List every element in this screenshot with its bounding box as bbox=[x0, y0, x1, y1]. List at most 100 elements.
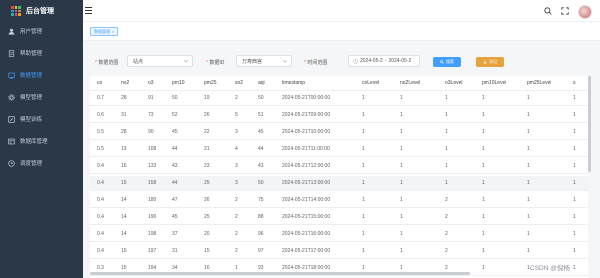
table-cell: 0.6 bbox=[97, 112, 104, 118]
table-cell: 52 bbox=[172, 112, 178, 118]
horizontal-scrollbar[interactable] bbox=[90, 272, 470, 275]
table-cell: 1 bbox=[527, 231, 530, 237]
table-cell: 2 bbox=[445, 248, 448, 254]
table-row[interactable]: 0.7 28 91 50 19 2 50 2024-05-21T00:00:00 1 1 1 1 1 1 bbox=[90, 91, 588, 106]
time-range-picker[interactable]: 2024-05-2 - 2024-05-2 bbox=[348, 55, 420, 67]
table-row[interactable]: 0.4 14 190 45 25 2 88 2024-05-21T15:00:00 1 1 2 1 1 1 bbox=[90, 210, 588, 225]
table-cell: 1 bbox=[527, 112, 530, 118]
table-cell: 0.4 bbox=[97, 180, 104, 186]
sidebar-item-3[interactable]: 模型管理 bbox=[0, 86, 83, 108]
table-cell: 0.4 bbox=[97, 231, 104, 237]
table-cell: 1 bbox=[527, 248, 530, 254]
menu-toggle-icon[interactable] bbox=[85, 7, 92, 14]
table-cell: 1 bbox=[362, 231, 365, 237]
range-select[interactable]: 站点 bbox=[127, 55, 193, 67]
table-cell: 180 bbox=[148, 197, 157, 203]
search-button[interactable]: 搜索 bbox=[433, 57, 461, 67]
sidebar-item-label: 帮助管理 bbox=[20, 51, 43, 57]
table-cell: 2024-05-21T17:00:00 bbox=[282, 248, 331, 254]
table-cell: 51 bbox=[258, 112, 264, 118]
table-row[interactable]: 0.4 15 197 31 15 2 97 2024-05-21T17:00:00 1 1 2 1 1 1 bbox=[90, 244, 588, 259]
table-row[interactable]: 0.4 14 198 37 20 2 96 2024-05-21T16:00:00 1 1 2 1 1 1 bbox=[90, 227, 588, 242]
column-header[interactable]: coLevel bbox=[362, 76, 379, 91]
column-header[interactable]: so2 bbox=[235, 76, 243, 91]
sidebar-item-6[interactable]: 调度管理 bbox=[0, 152, 83, 174]
table-cell: 44 bbox=[172, 146, 178, 152]
column-header[interactable]: pm10 bbox=[172, 76, 185, 91]
table-cell: 2 bbox=[235, 248, 238, 254]
table-cell: 1 bbox=[573, 214, 576, 220]
table-cell: 1 bbox=[482, 95, 485, 101]
table-cell: 1 bbox=[482, 197, 485, 203]
tag-data-management[interactable]: 数据管理 × bbox=[90, 27, 119, 36]
table-cell: 25 bbox=[204, 214, 210, 220]
table-row[interactable]: 0.6 31 73 52 26 5 51 2024-05-21T09:00:00 1 1 1 1 1 1 bbox=[90, 108, 588, 123]
table-cell: 0.4 bbox=[97, 248, 104, 254]
table-cell: 14 bbox=[121, 214, 127, 220]
table-cell: 15 bbox=[121, 248, 127, 254]
tag-label: 数据管理 bbox=[94, 28, 110, 34]
gear-icon bbox=[8, 93, 15, 101]
table-cell: 15 bbox=[121, 180, 127, 186]
table-row[interactable]: 0.4 14 180 47 26 2 75 2024-05-21T14:00:00 1 1 2 1 1 1 bbox=[90, 193, 588, 208]
sidebar-item-1[interactable]: 帮助管理 bbox=[0, 42, 83, 64]
table-cell: 0.4 bbox=[97, 163, 104, 169]
column-header[interactable]: s bbox=[573, 76, 576, 91]
column-header[interactable]: timestamp bbox=[282, 76, 305, 91]
sidebar-item-4[interactable]: 模型训练 bbox=[0, 108, 83, 130]
top-header bbox=[83, 0, 600, 22]
table-cell: 1 bbox=[573, 146, 576, 152]
table-row[interactable]: 0.5 19 108 44 21 4 44 2024-05-21T11:00:00 1 1 1 1 1 1 bbox=[90, 142, 588, 157]
data-id-select[interactable]: 万寿西宫 bbox=[236, 55, 292, 67]
table-cell: 90 bbox=[148, 129, 154, 135]
table-cell: 1 bbox=[573, 248, 576, 254]
table-row[interactable]: 0.5 28 90 45 22 3 45 2024-05-21T10:00:00 1 1 1 1 1 1 bbox=[90, 125, 588, 140]
chevron-down-icon bbox=[283, 60, 287, 63]
table-cell: 19 bbox=[204, 95, 210, 101]
column-header[interactable]: o3Level bbox=[445, 76, 463, 91]
table-cell: 2024-05-21T14:00:00 bbox=[282, 197, 331, 203]
avatar[interactable] bbox=[578, 5, 592, 19]
time-range-label: * 时间范围 bbox=[304, 60, 328, 66]
watermark: CSDN @倪杨 bbox=[530, 265, 570, 272]
table-cell: 45 bbox=[172, 129, 178, 135]
table-header: co no2 o3 pm10 pm25 so2 aqi timestamp coLevel no2… bbox=[90, 76, 588, 91]
table-cell: 1 bbox=[482, 265, 485, 271]
table-cell: 2024-05-21T11:00:00 bbox=[282, 146, 330, 152]
table-cell: 1 bbox=[400, 214, 403, 220]
column-header[interactable]: pm25 bbox=[204, 76, 217, 91]
table-row[interactable]: 0.4 16 133 43 23 3 43 2024-05-21T12:00:00 1 1 1 1 1 1 bbox=[90, 159, 588, 174]
table-cell: 4 bbox=[235, 146, 238, 152]
table-cell: 15 bbox=[204, 248, 210, 254]
sidebar-item-label: 模型管理 bbox=[20, 95, 43, 101]
column-header[interactable]: pm10Level bbox=[482, 76, 506, 91]
column-header[interactable]: o3 bbox=[148, 76, 154, 91]
vertical-scrollbar[interactable] bbox=[588, 76, 591, 172]
table-cell: 1 bbox=[527, 163, 530, 169]
export-button[interactable]: 导出 bbox=[476, 57, 504, 67]
close-icon[interactable]: × bbox=[112, 29, 114, 34]
table-cell: 1 bbox=[482, 112, 485, 118]
table-cell: 1 bbox=[400, 180, 403, 186]
time-end: 2024-05-2 bbox=[388, 58, 412, 64]
edit-icon bbox=[8, 115, 15, 123]
column-header[interactable]: pm25Level bbox=[527, 76, 551, 91]
column-header[interactable]: aqi bbox=[258, 76, 265, 91]
column-header[interactable]: no2 bbox=[121, 76, 129, 91]
search-icon[interactable] bbox=[544, 7, 552, 15]
sidebar-item-5[interactable]: 数据库管理 bbox=[0, 130, 83, 152]
table-cell: 20 bbox=[204, 231, 210, 237]
sidebar-item-2[interactable]: 数据管理 bbox=[0, 64, 83, 86]
table-cell: 43 bbox=[172, 163, 178, 169]
table-cell: 158 bbox=[148, 180, 157, 186]
column-header[interactable]: co bbox=[97, 76, 102, 91]
table-cell: 1 bbox=[445, 180, 448, 186]
sidebar-item-0[interactable]: 用户管理 bbox=[0, 20, 83, 42]
table-cell: 1 bbox=[400, 231, 403, 237]
sidebar-item-label: 数据管理 bbox=[20, 73, 43, 79]
table-row[interactable]: 0.4 15 158 44 25 3 50 2024-05-21T13:00:00 1 1 1 1 1 1 bbox=[90, 176, 588, 191]
table-cell: 1 bbox=[362, 214, 365, 220]
table-cell: 1 bbox=[362, 112, 365, 118]
fullscreen-icon[interactable] bbox=[561, 7, 569, 15]
column-header[interactable]: no2Level bbox=[400, 76, 420, 91]
